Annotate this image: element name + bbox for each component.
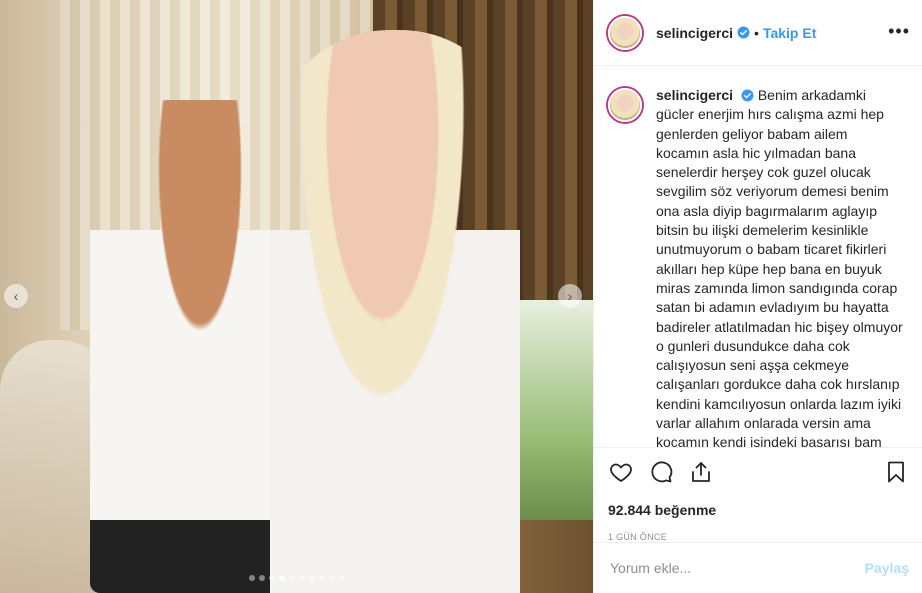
carousel-dot <box>288 575 295 581</box>
action-icons <box>608 458 909 486</box>
bookmark-icon[interactable] <box>883 459 909 485</box>
post-comment-button[interactable]: Paylaş <box>865 560 909 576</box>
share-icon[interactable] <box>688 459 714 485</box>
more-icon[interactable]: ••• <box>888 22 910 40</box>
verified-badge-icon <box>737 26 750 39</box>
carousel-dot <box>338 575 345 581</box>
post-actions: 92.844 beğenme 1 GÜN ÖNCE <box>594 447 922 542</box>
comment-icon[interactable] <box>648 459 674 485</box>
caption: selincigerci Benim arkadamki gücler ener… <box>608 86 908 447</box>
header-username[interactable]: selincigerci <box>656 25 733 41</box>
caption-text: selincigerci Benim arkadamki gücler ener… <box>656 86 903 447</box>
verified-badge-icon <box>741 89 754 102</box>
chevron-right-icon: › <box>567 288 573 304</box>
comment-box: Paylaş <box>594 542 922 593</box>
carousel-dot <box>308 575 315 581</box>
carousel-dot <box>328 575 335 581</box>
carousel-prev-button[interactable]: ‹ <box>4 284 28 308</box>
comment-input[interactable] <box>610 560 865 576</box>
caption-body: Benim arkadamki gücler enerjim hırs calı… <box>656 87 903 447</box>
caption-username[interactable]: selincigerci <box>656 87 733 103</box>
bride-figure <box>270 30 520 593</box>
carousel-dot <box>278 575 285 581</box>
chevron-left-icon: ‹ <box>13 288 19 304</box>
post-date[interactable]: 1 GÜN ÖNCE <box>608 532 909 542</box>
post-photo[interactable]: ‹ › <box>0 0 593 593</box>
carousel-dot <box>248 575 255 581</box>
avatar[interactable] <box>608 88 642 122</box>
heart-icon[interactable] <box>608 459 634 485</box>
avatar[interactable] <box>608 15 642 50</box>
carousel-indicator <box>0 575 593 581</box>
separator: • <box>754 24 759 41</box>
likes-count[interactable]: 92.844 beğenme <box>608 502 909 518</box>
carousel-dot <box>268 575 275 581</box>
caption-area: selincigerci Benim arkadamki gücler ener… <box>594 66 922 447</box>
post-header: selincigerci • Takip Et ••• <box>594 0 922 66</box>
follow-button[interactable]: Takip Et <box>763 25 816 41</box>
post-sidebar: selincigerci • Takip Et ••• selincigerci… <box>593 0 922 593</box>
carousel-dot <box>298 575 305 581</box>
carousel-dot <box>318 575 325 581</box>
carousel-dot <box>258 575 265 581</box>
carousel-next-button[interactable]: › <box>558 284 582 308</box>
